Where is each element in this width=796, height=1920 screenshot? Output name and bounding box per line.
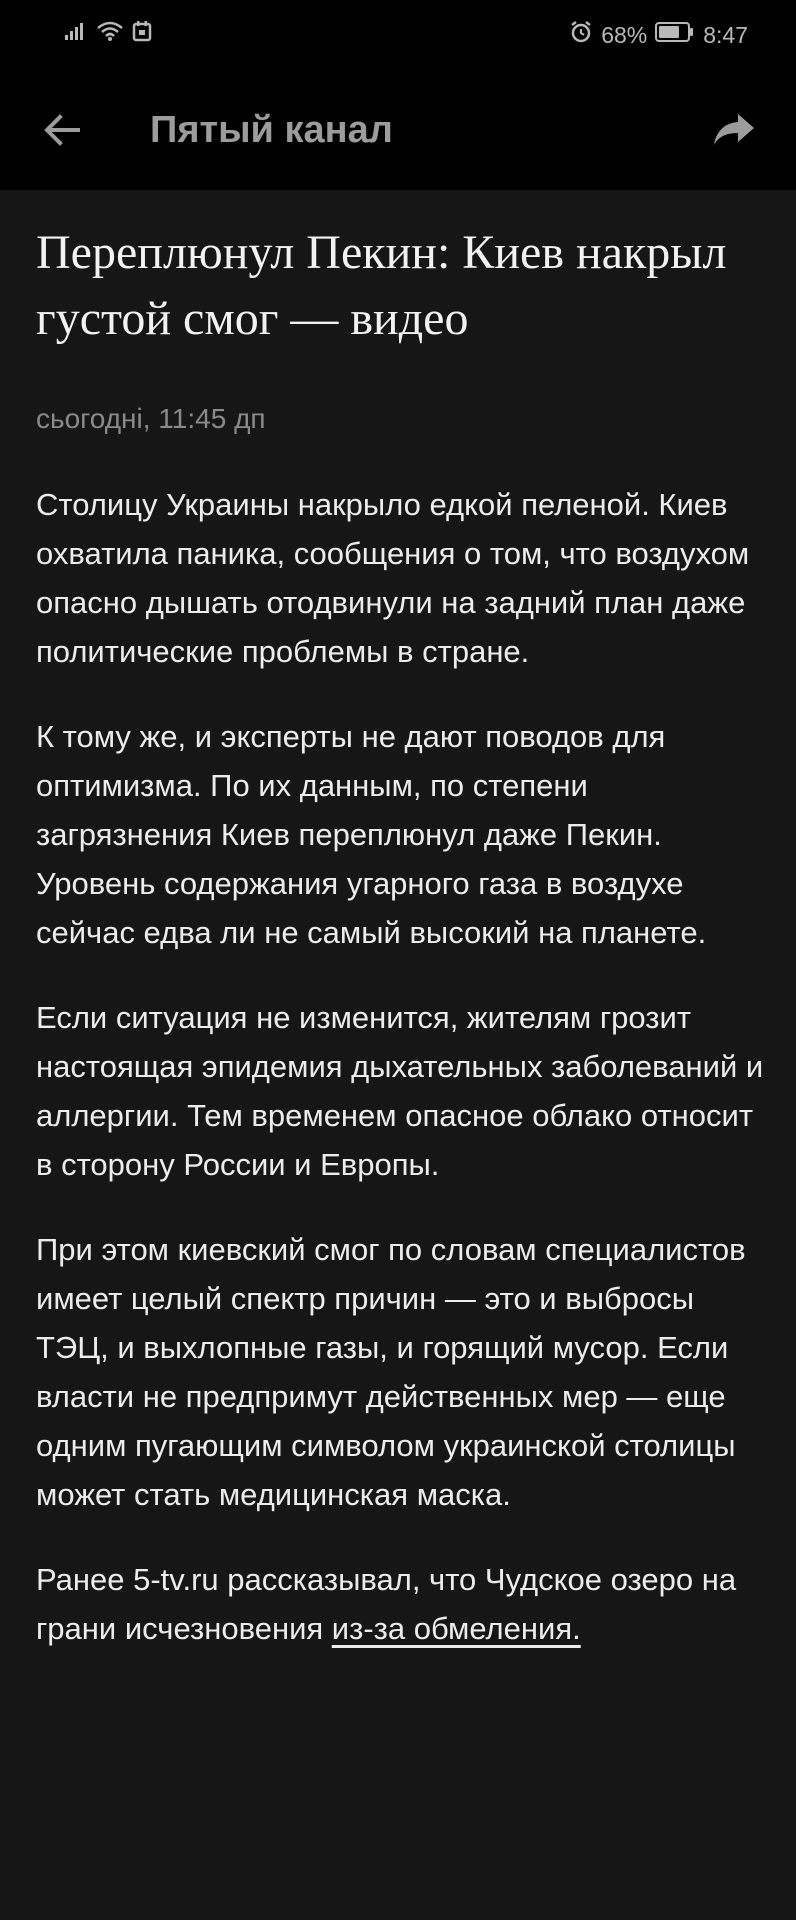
clock-time: 8:47 <box>703 22 748 48</box>
status-bar-left <box>64 20 152 48</box>
status-bar-right: 68% 8:47 <box>569 20 748 50</box>
share-arrow-icon <box>712 112 756 153</box>
alarm-icon <box>569 20 593 50</box>
battery-percent: 68% <box>601 22 648 48</box>
status-bar: 68% 8:47 <box>0 0 796 66</box>
share-button[interactable] <box>706 104 762 160</box>
app-bar: Пятый канал <box>0 66 796 190</box>
calendar-notification-icon <box>132 20 152 48</box>
article-link[interactable]: из-за обмеления. <box>332 1611 581 1646</box>
app-title: Пятый канал <box>150 109 393 151</box>
article-date: сьогодні, 11:45 дп <box>36 403 266 434</box>
article-paragraph: Столицу Украины накрыло едкой пеленой. К… <box>36 487 750 669</box>
back-button[interactable] <box>34 104 90 160</box>
article-paragraph: При этом киевский смог по словам специал… <box>36 1232 746 1512</box>
arrow-left-icon <box>42 112 82 153</box>
article-paragraph: Если ситуация не изменится, жителям гроз… <box>36 1000 764 1182</box>
article: Переплюнул Пекин: Киев накрыл густой смо… <box>36 220 764 1653</box>
battery-icon <box>655 21 695 49</box>
article-paragraph: К тому же, и эксперты не дают поводов дл… <box>36 719 707 950</box>
article-paragraph-last: Ранее 5-tv.ru рассказывал, что Чудское о… <box>36 1555 764 1653</box>
wifi-icon <box>96 20 124 48</box>
signal-icon <box>64 21 88 47</box>
article-headline: Переплюнул Пекин: Киев накрыл густой смо… <box>36 226 727 345</box>
